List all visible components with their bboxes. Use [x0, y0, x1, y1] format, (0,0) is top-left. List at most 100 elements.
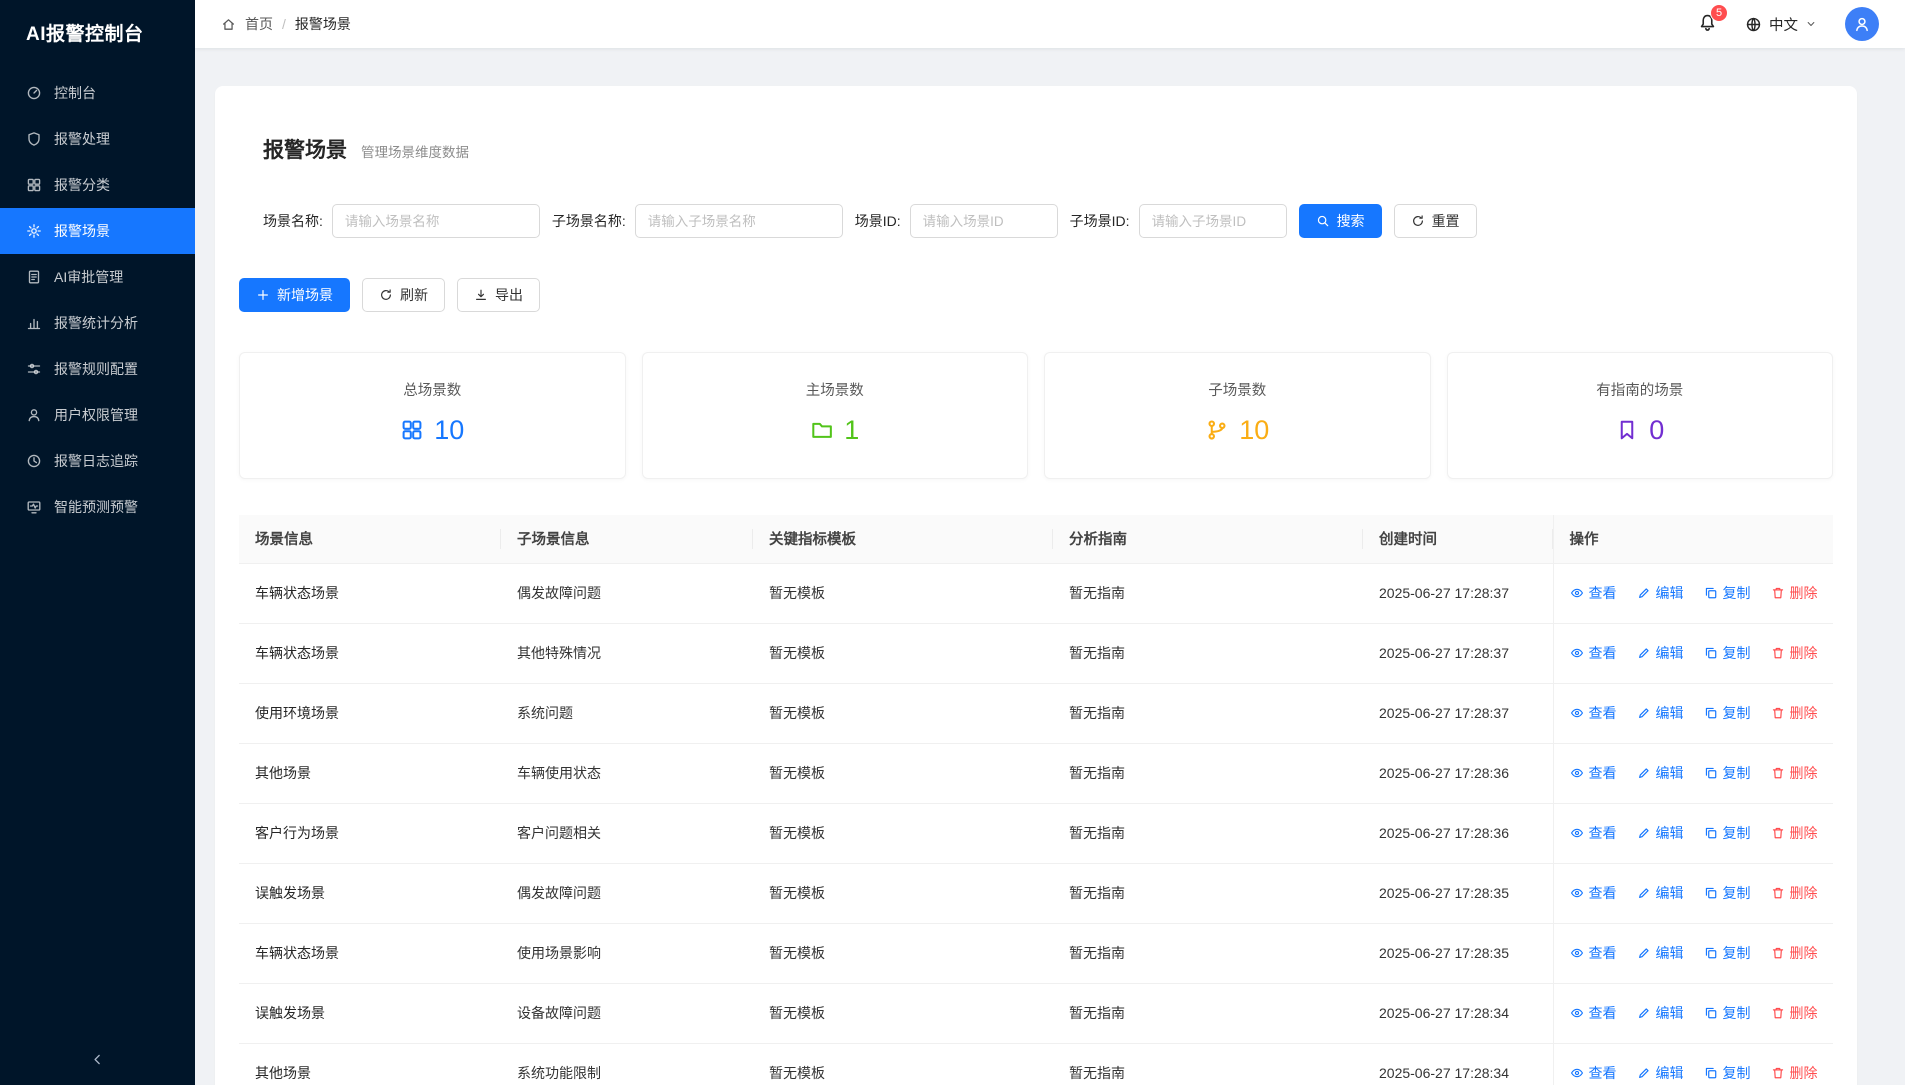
- sidebar-item-5[interactable]: 报警统计分析: [0, 300, 195, 346]
- row-edit-label: 编辑: [1656, 823, 1684, 843]
- subscene-name-input[interactable]: [635, 204, 843, 238]
- stat-value: 10: [1239, 412, 1269, 448]
- row-delete-button[interactable]: 删除: [1771, 583, 1818, 603]
- cell-scene: 车辆状态场景: [239, 923, 501, 983]
- stat-label: 子场景数: [1045, 379, 1430, 400]
- sidebar-item-label: 用户权限管理: [54, 405, 138, 425]
- sidebar-item-label: 报警规则配置: [54, 359, 138, 379]
- sidebar-item-2[interactable]: 报警分类: [0, 162, 195, 208]
- sidebar-item-label: 报警场景: [54, 221, 110, 241]
- notification-badge: 5: [1710, 4, 1728, 22]
- sidebar-item-0[interactable]: 控制台: [0, 70, 195, 116]
- sidebar-item-7[interactable]: 用户权限管理: [0, 392, 195, 438]
- row-edit-button[interactable]: 编辑: [1637, 943, 1684, 963]
- row-edit-button[interactable]: 编辑: [1637, 763, 1684, 783]
- sidebar-item-3[interactable]: 报警场景: [0, 208, 195, 254]
- edit-icon: [1637, 1006, 1651, 1020]
- row-copy-button[interactable]: 复制: [1704, 1003, 1751, 1023]
- row-view-button[interactable]: 查看: [1570, 823, 1617, 843]
- breadcrumb-home[interactable]: 首页: [245, 14, 273, 34]
- cell-actions: 查看 编辑复制删除: [1553, 983, 1833, 1043]
- edit-icon: [1637, 646, 1651, 660]
- sidebar-item-1[interactable]: 报警处理: [0, 116, 195, 162]
- edit-icon: [1637, 886, 1651, 900]
- row-copy-button[interactable]: 复制: [1704, 763, 1751, 783]
- row-edit-label: 编辑: [1656, 703, 1684, 723]
- trash-icon: [1771, 1006, 1785, 1020]
- row-view-button[interactable]: 查看: [1570, 703, 1617, 723]
- row-edit-button[interactable]: 编辑: [1637, 883, 1684, 903]
- row-edit-label: 编辑: [1656, 1003, 1684, 1023]
- eye-icon: [1570, 1006, 1584, 1020]
- row-delete-button[interactable]: 删除: [1771, 883, 1818, 903]
- row-view-label: 查看: [1589, 703, 1617, 723]
- language-selector[interactable]: 中文: [1745, 14, 1817, 35]
- sidebar-item-9[interactable]: 智能预测预警: [0, 484, 195, 530]
- edit-icon: [1637, 946, 1651, 960]
- row-delete-label: 删除: [1790, 703, 1818, 723]
- sidebar-collapse-button[interactable]: [0, 1033, 195, 1085]
- row-copy-button[interactable]: 复制: [1704, 583, 1751, 603]
- row-delete-button[interactable]: 删除: [1771, 703, 1818, 723]
- row-copy-button[interactable]: 复制: [1704, 823, 1751, 843]
- scene-id-input[interactable]: [910, 204, 1058, 238]
- refresh-button[interactable]: 刷新: [362, 278, 445, 312]
- row-copy-button[interactable]: 复制: [1704, 883, 1751, 903]
- row-view-button[interactable]: 查看: [1570, 643, 1617, 663]
- sidebar-item-8[interactable]: 报警日志追踪: [0, 438, 195, 484]
- row-copy-button[interactable]: 复制: [1704, 1063, 1751, 1083]
- row-copy-label: 复制: [1723, 823, 1751, 843]
- row-view-button[interactable]: 查看: [1570, 1063, 1617, 1083]
- row-copy-button[interactable]: 复制: [1704, 703, 1751, 723]
- breadcrumb: 首页 / 报警场景: [221, 14, 351, 34]
- notifications-button[interactable]: 5: [1698, 13, 1717, 35]
- page-subtitle: 管理场景维度数据: [361, 141, 469, 161]
- filter-scene-name: 场景名称:: [263, 204, 540, 238]
- subscene-id-input[interactable]: [1139, 204, 1287, 238]
- row-edit-button[interactable]: 编辑: [1637, 583, 1684, 603]
- copy-icon: [1704, 766, 1718, 780]
- row-view-button[interactable]: 查看: [1570, 763, 1617, 783]
- row-edit-button[interactable]: 编辑: [1637, 1063, 1684, 1083]
- cell-template: 暂无模板: [753, 563, 1053, 623]
- row-edit-button[interactable]: 编辑: [1637, 703, 1684, 723]
- row-copy-button[interactable]: 复制: [1704, 643, 1751, 663]
- cell-template: 暂无模板: [753, 683, 1053, 743]
- row-delete-button[interactable]: 删除: [1771, 943, 1818, 963]
- chevron-left-icon: [90, 1052, 105, 1067]
- scene-name-input[interactable]: [332, 204, 540, 238]
- row-delete-button[interactable]: 删除: [1771, 1063, 1818, 1083]
- row-delete-button[interactable]: 删除: [1771, 1003, 1818, 1023]
- approval-icon: [26, 269, 42, 285]
- row-view-button[interactable]: 查看: [1570, 583, 1617, 603]
- row-view-button[interactable]: 查看: [1570, 943, 1617, 963]
- edit-icon: [1637, 586, 1651, 600]
- stat-value: 0: [1649, 412, 1664, 448]
- row-edit-button[interactable]: 编辑: [1637, 823, 1684, 843]
- user-icon: [1853, 15, 1871, 33]
- row-edit-button[interactable]: 编辑: [1637, 643, 1684, 663]
- row-view-button[interactable]: 查看: [1570, 1003, 1617, 1023]
- user-avatar[interactable]: [1845, 7, 1879, 41]
- row-copy-button[interactable]: 复制: [1704, 943, 1751, 963]
- search-button[interactable]: 搜索: [1299, 204, 1382, 238]
- row-edit-button[interactable]: 编辑: [1637, 1003, 1684, 1023]
- row-view-label: 查看: [1589, 583, 1617, 603]
- export-button[interactable]: 导出: [457, 278, 540, 312]
- cell-guide: 暂无指南: [1053, 683, 1363, 743]
- row-copy-label: 复制: [1723, 583, 1751, 603]
- row-view-button[interactable]: 查看: [1570, 883, 1617, 903]
- row-delete-button[interactable]: 删除: [1771, 763, 1818, 783]
- table-header-row: 场景信息子场景信息关键指标模板分析指南创建时间操作: [239, 515, 1833, 563]
- cell-scene: 其他场景: [239, 1043, 501, 1085]
- language-label: 中文: [1769, 14, 1798, 35]
- cell-sub-scene: 其他特殊情况: [501, 623, 753, 683]
- sidebar-item-4[interactable]: AI审批管理: [0, 254, 195, 300]
- sidebar-item-6[interactable]: 报警规则配置: [0, 346, 195, 392]
- reset-button[interactable]: 重置: [1394, 204, 1477, 238]
- eye-icon: [1570, 766, 1584, 780]
- add-scene-button[interactable]: 新增场景: [239, 278, 350, 312]
- table-row: 使用环境场景系统问题暂无模板暂无指南2025-06-27 17:28:37查看编…: [239, 683, 1833, 743]
- row-delete-button[interactable]: 删除: [1771, 643, 1818, 663]
- row-delete-button[interactable]: 删除: [1771, 823, 1818, 843]
